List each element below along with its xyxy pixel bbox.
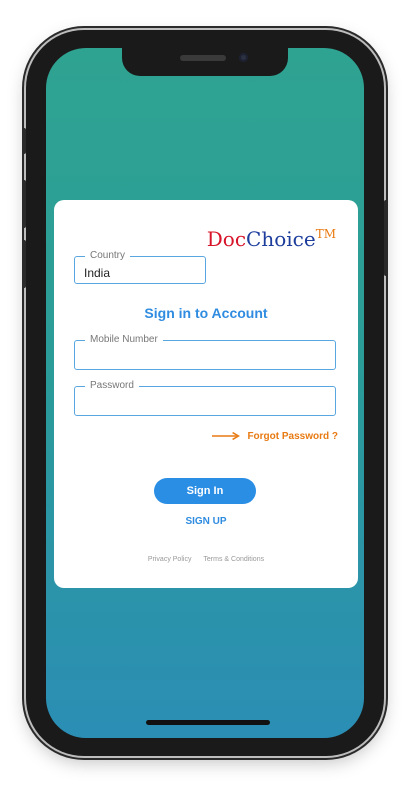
- phone-power-button: [384, 200, 388, 276]
- password-field[interactable]: Password: [74, 379, 336, 416]
- footer-links: Privacy Policy Terms & Conditions: [54, 556, 358, 563]
- terms-conditions-link[interactable]: Terms & Conditions: [203, 556, 264, 563]
- phone-volume-up: [22, 180, 26, 228]
- stage: DocChoiceTM Country India Sign in to Acc…: [0, 0, 410, 786]
- phone-notch: [122, 48, 288, 76]
- password-input[interactable]: [83, 395, 327, 409]
- logo-trademark: TM: [315, 227, 336, 241]
- mobile-number-field[interactable]: Mobile Number: [74, 333, 336, 370]
- logo: DocChoiceTM: [207, 222, 336, 251]
- forgot-password-label: Forgot Password ?: [247, 430, 338, 442]
- mobile-number-label: Mobile Number: [85, 333, 163, 347]
- logo-part-doc: Doc: [206, 227, 247, 251]
- privacy-policy-link[interactable]: Privacy Policy: [148, 556, 192, 563]
- login-card: DocChoiceTM Country India Sign in to Acc…: [54, 200, 358, 588]
- page-title: Sign in to Account: [144, 305, 268, 321]
- phone-volume-down: [22, 240, 26, 288]
- sign-in-button[interactable]: Sign In: [154, 478, 256, 504]
- password-label: Password: [85, 379, 139, 393]
- arrow-right-icon: [212, 431, 240, 441]
- forgot-password-link[interactable]: Forgot Password ?: [212, 428, 338, 444]
- logo-part-choice: Choice: [246, 227, 316, 251]
- country-label: Country: [85, 249, 131, 263]
- home-indicator: [146, 720, 270, 725]
- camera-icon: [239, 53, 248, 62]
- phone-mute-switch: [22, 128, 26, 154]
- mobile-number-input[interactable]: [83, 349, 327, 363]
- country-select[interactable]: Country India: [74, 249, 206, 284]
- country-value: India: [84, 266, 111, 280]
- speaker-icon: [180, 55, 226, 61]
- sign-up-link[interactable]: SIGN UP: [54, 516, 358, 527]
